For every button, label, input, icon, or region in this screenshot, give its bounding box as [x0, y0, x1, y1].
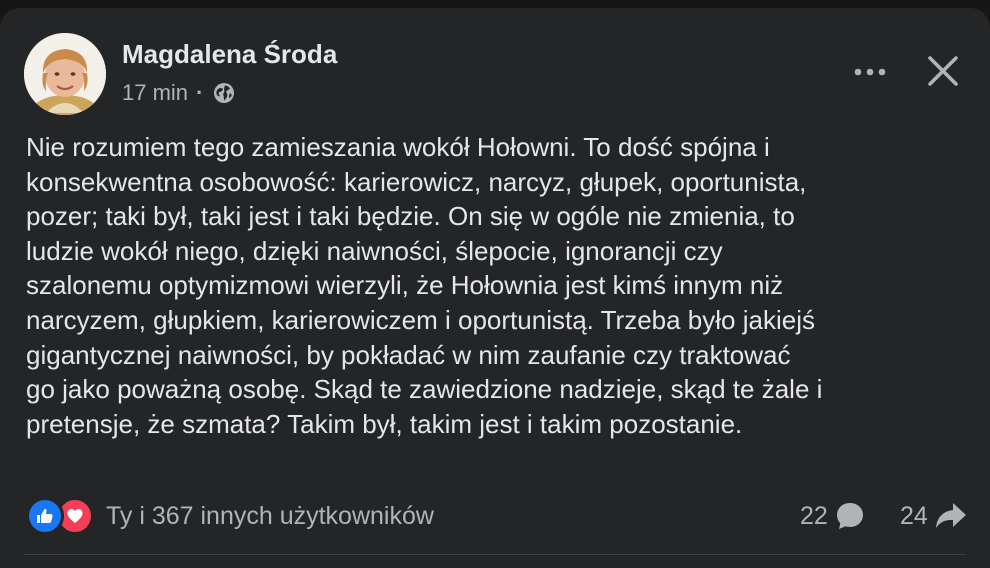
meta-separator: ·: [196, 80, 204, 105]
like-icon: [26, 497, 64, 535]
author-name[interactable]: Magdalena Środa: [122, 39, 337, 70]
more-horizontal-icon: [854, 68, 886, 76]
more-options-button[interactable]: [844, 52, 896, 92]
footer-divider: [24, 554, 966, 555]
avatar-image: [24, 33, 106, 115]
post-time[interactable]: 17 min: [122, 80, 188, 106]
comment-bubble-icon: [836, 503, 863, 529]
close-button[interactable]: [920, 48, 966, 94]
comments-count-button[interactable]: 22: [800, 494, 866, 538]
reactions-count-text: Ty i 367 innych użytkowników: [106, 501, 434, 530]
post-card: Magdalena Środa 17 min · Nie rozumiem te…: [0, 8, 990, 568]
share-arrow-icon: [935, 503, 966, 528]
post-meta: 17 min ·: [122, 78, 235, 108]
comments-count: 22: [800, 501, 828, 530]
globe-icon: [213, 82, 235, 104]
shares-count-button[interactable]: 24: [900, 494, 968, 538]
reactions-summary[interactable]: Ty i 367 innych użytkowników: [26, 492, 434, 540]
avatar[interactable]: [24, 33, 106, 115]
post-text: Nie rozumiem tego zamieszania wokół Hoło…: [26, 132, 823, 439]
shares-count: 24: [900, 501, 928, 530]
close-icon: [928, 56, 958, 86]
